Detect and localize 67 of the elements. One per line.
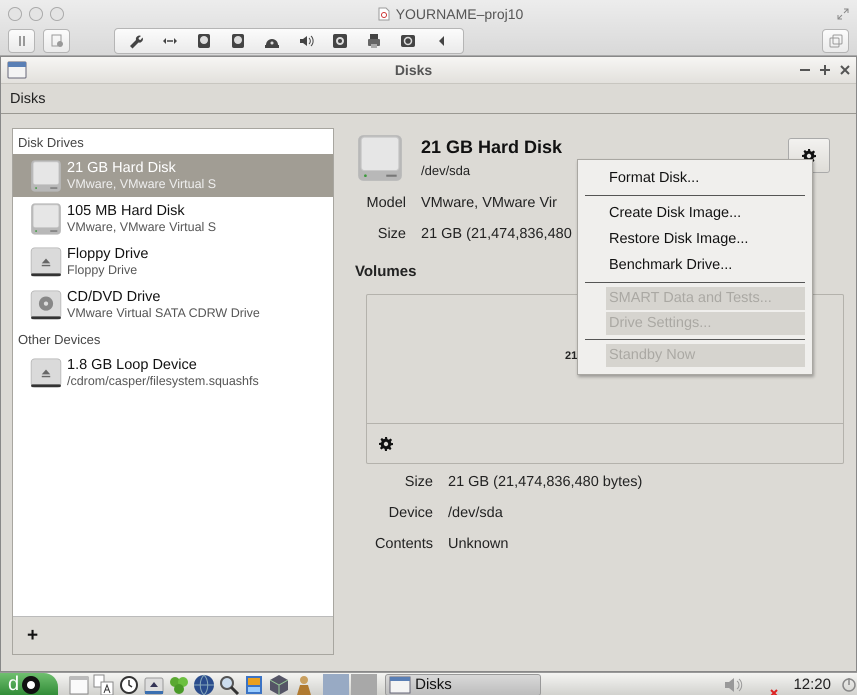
clock-icon[interactable] bbox=[118, 674, 140, 695]
add-button[interactable]: + bbox=[25, 624, 40, 646]
close-icon[interactable] bbox=[840, 65, 850, 75]
drive-name: 21 GB Hard Disk bbox=[67, 160, 177, 176]
fullscreen-icon[interactable] bbox=[837, 8, 849, 20]
drive-list-item[interactable]: CD/DVD Drive VMware Virtual SATA CDRW Drive bbox=[13, 283, 333, 326]
volume-settings-button[interactable] bbox=[379, 436, 393, 450]
drive-list-item[interactable]: Floppy Drive Floppy Drive bbox=[13, 240, 333, 283]
search-icon[interactable] bbox=[218, 674, 240, 695]
drive-detail: /cdrom/casper/filesystem.squashfs bbox=[67, 374, 259, 388]
field-label: Contents bbox=[374, 536, 433, 552]
speaker-icon[interactable] bbox=[298, 33, 314, 49]
field-value: Unknown bbox=[448, 536, 508, 552]
wrench-icon[interactable] bbox=[128, 33, 144, 49]
menu-item[interactable]: Restore Disk Image... bbox=[606, 226, 805, 252]
drive-detail: VMware Virtual SATA CDRW Drive bbox=[67, 306, 260, 320]
drive-detail: VMware, VMware Virtual S bbox=[67, 220, 216, 234]
drive-name: 105 MB Hard Disk bbox=[67, 202, 186, 220]
eject-drive-icon bbox=[29, 356, 63, 390]
font-icon[interactable] bbox=[93, 674, 116, 695]
app-window-icon bbox=[7, 61, 27, 79]
field-label: Size bbox=[404, 474, 433, 490]
field-value: 21 GB (21,474,836,480 bytes) bbox=[448, 474, 642, 490]
window-mode-button[interactable] bbox=[822, 29, 849, 53]
field-label: Model bbox=[366, 194, 406, 210]
drive-title: 21 GB Hard Disk bbox=[421, 137, 562, 158]
volume-label: 21 bbox=[565, 350, 578, 362]
app-window-icon bbox=[389, 676, 412, 694]
window-title: Disks bbox=[394, 62, 434, 78]
drive-detail: VMware, VMware Virtual S bbox=[67, 176, 216, 192]
clock: 12:20 bbox=[793, 676, 831, 693]
field-label: Size bbox=[376, 226, 406, 242]
group-heading: Other Devices bbox=[17, 331, 102, 349]
snapshot-button[interactable] bbox=[43, 29, 70, 53]
globe-icon[interactable] bbox=[193, 674, 216, 695]
settings-icon bbox=[379, 436, 393, 450]
drive-name: CD/DVD Drive bbox=[67, 288, 162, 306]
vm-window-title: YOURNAME–proj10 bbox=[396, 6, 524, 22]
menu-item[interactable]: Format Disk... bbox=[606, 165, 805, 191]
menu-item[interactable]: Benchmark Drive... bbox=[606, 252, 805, 278]
group-heading: Disk Drives bbox=[17, 134, 85, 152]
taskbar-task[interactable]: Disks bbox=[385, 674, 542, 695]
drive-list-item[interactable]: 1.8 GB Loop Device /cdrom/casper/filesystem.squashfs bbox=[13, 351, 333, 394]
drive-path: /dev/sda bbox=[421, 163, 472, 178]
camera-icon[interactable] bbox=[332, 33, 348, 49]
drive-name: 1.8 GB Loop Device bbox=[67, 356, 198, 374]
power-icon[interactable] bbox=[841, 676, 857, 692]
eject-drive-icon bbox=[29, 244, 63, 278]
printer-icon[interactable] bbox=[366, 33, 382, 49]
menu-item[interactable]: Create Disk Image... bbox=[606, 200, 805, 226]
section-heading: Volumes bbox=[355, 263, 416, 280]
drive-list-item[interactable]: 105 MB Hard Disk VMware, VMware Virtual S bbox=[13, 197, 333, 240]
windows-icon bbox=[828, 34, 842, 48]
menu-item[interactable]: Disks bbox=[10, 90, 46, 106]
package-icon[interactable] bbox=[268, 674, 290, 695]
field-label: Device bbox=[388, 504, 433, 520]
pause-button[interactable] bbox=[8, 29, 35, 53]
field-value: /dev/sda bbox=[448, 504, 503, 520]
drive-name: Floppy Drive bbox=[67, 246, 148, 262]
snapshot-icon bbox=[50, 34, 64, 48]
sync-icon[interactable] bbox=[400, 33, 416, 49]
drive-detail: Floppy Drive bbox=[67, 262, 138, 278]
optical-drive-icon bbox=[29, 288, 63, 322]
document-icon bbox=[378, 7, 390, 21]
field-value: VMware, VMware Vir bbox=[421, 194, 557, 210]
field-value: 21 GB (21,474,836,480 bbox=[421, 226, 572, 242]
maximize-icon[interactable] bbox=[820, 65, 830, 75]
